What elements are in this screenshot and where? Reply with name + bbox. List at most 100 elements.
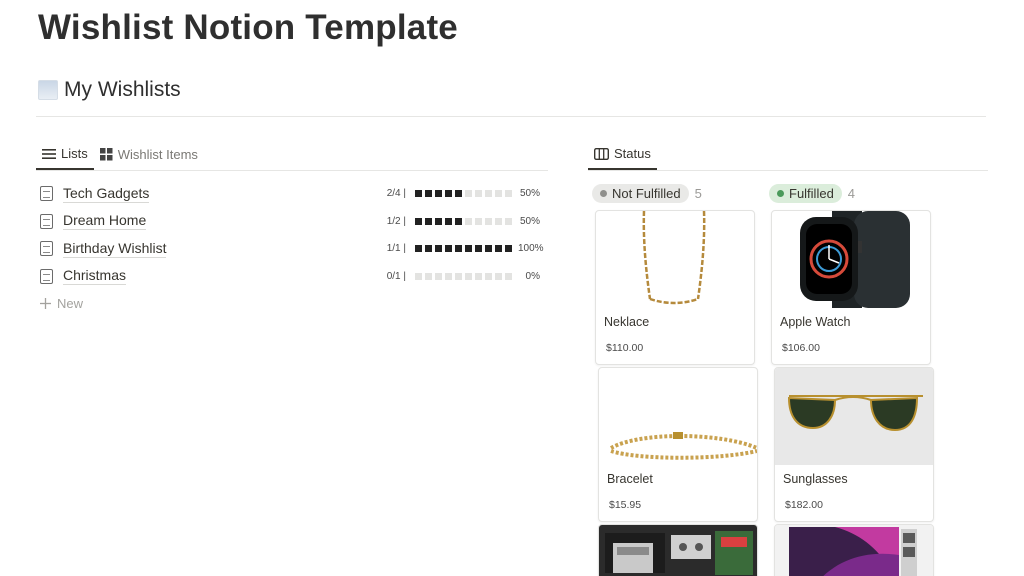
progress-cell: 1/2 | 50%	[387, 216, 540, 227]
progress-block	[435, 190, 442, 198]
progress-cell: 2/4 | 50%	[387, 188, 540, 199]
progress-block	[505, 217, 512, 225]
card-price: $15.95	[609, 499, 642, 511]
status-badge: Not Fulfilled	[592, 184, 689, 203]
progress-block	[485, 217, 492, 225]
progress-block	[455, 217, 462, 225]
progress-block	[425, 245, 432, 253]
list-item[interactable]: Christmas 0/1 | 0%	[36, 263, 548, 291]
card-price: $182.00	[785, 499, 823, 511]
progress-fraction: 1/1 |	[386, 243, 406, 255]
card-title: Bracelet	[607, 472, 653, 486]
progress-block	[415, 245, 422, 253]
progress-block	[415, 272, 422, 280]
page-icon	[40, 186, 53, 202]
view-tabs-left: Lists Wishlist Items	[36, 140, 548, 171]
progress-bar	[415, 245, 512, 253]
bracelet-icon	[610, 432, 757, 460]
progress-block	[425, 272, 432, 280]
progress-percent: 0%	[525, 270, 540, 282]
progress-block	[465, 217, 472, 225]
apple-watch-image	[772, 211, 930, 308]
progress-block	[465, 272, 472, 280]
progress-block	[495, 245, 502, 253]
card-title: Sunglasses	[783, 472, 848, 486]
progress-block	[415, 190, 422, 198]
progress-block	[505, 190, 512, 198]
progress-block	[415, 217, 422, 225]
list-item-name[interactable]: Dream Home	[63, 212, 147, 231]
progress-block	[485, 190, 492, 198]
card-game-console[interactable]	[598, 524, 758, 576]
sunglasses-icon	[787, 395, 923, 432]
watch-icon	[800, 211, 910, 308]
list-item-name[interactable]: Birthday Wishlist	[63, 240, 167, 258]
page-icon	[40, 213, 53, 229]
list-icon	[42, 148, 56, 159]
tab-wishlist-items[interactable]: Wishlist Items	[94, 139, 204, 170]
progress-block	[445, 190, 452, 198]
progress-cell: 1/1 | 100%	[386, 243, 544, 255]
gallery-icon	[99, 148, 113, 161]
list-item-name[interactable]: Christmas	[63, 267, 127, 286]
list-item-name[interactable]: Tech Gadgets	[63, 185, 150, 203]
card-title: Neklace	[604, 315, 650, 329]
list-item[interactable]: Dream Home 1/2 | 50%	[36, 208, 548, 236]
column-header-not-fulfilled[interactable]: Not Fulfilled 5	[592, 184, 702, 203]
card-title: Apple Watch	[780, 315, 851, 329]
tab-lists[interactable]: Lists	[36, 139, 94, 170]
card-sunglasses[interactable]: Sunglasses $182.00	[774, 367, 934, 522]
section-header: My Wishlists	[38, 78, 181, 102]
progress-block	[425, 190, 432, 198]
game-console-icon	[605, 531, 753, 575]
progress-block	[445, 272, 452, 280]
sunglasses-image	[775, 368, 933, 465]
column-count: 4	[847, 186, 856, 201]
progress-block	[425, 217, 432, 225]
necklace-icon	[642, 211, 706, 305]
progress-bar	[415, 217, 512, 225]
progress-block	[435, 272, 442, 280]
card-price: $110.00	[606, 342, 644, 354]
column-header-fulfilled[interactable]: Fulfilled 4	[769, 184, 855, 203]
status-label: Fulfilled	[789, 186, 834, 201]
progress-block	[435, 245, 442, 253]
card-apple-watch[interactable]: Apple Watch $106.00	[771, 210, 931, 365]
tab-lists-label: Lists	[61, 146, 88, 161]
tab-status[interactable]: Status	[588, 139, 657, 170]
progress-block	[475, 190, 482, 198]
necklace-image	[596, 211, 754, 308]
progress-block	[455, 272, 462, 280]
progress-block	[475, 217, 482, 225]
progress-block	[505, 245, 512, 253]
status-label: Not Fulfilled	[612, 186, 681, 201]
progress-fraction: 0/1 |	[386, 270, 406, 282]
tab-status-label: Status	[614, 146, 651, 161]
wishlist-list: Tech Gadgets 2/4 | 50% Dream Home 1/2 | …	[36, 180, 548, 316]
progress-block	[445, 217, 452, 225]
progress-block	[445, 245, 452, 253]
list-item[interactable]: Birthday Wishlist 1/1 | 100%	[36, 235, 548, 263]
list-item[interactable]: Tech Gadgets 2/4 | 50%	[36, 180, 548, 208]
page-title: Wishlist Notion Template	[38, 8, 458, 47]
view-tabs-right: Status	[588, 140, 988, 171]
laptop-icon	[789, 527, 917, 576]
card-laptop[interactable]	[774, 524, 934, 576]
status-dot-icon	[777, 190, 784, 197]
progress-block	[455, 245, 462, 253]
new-item-button[interactable]: New	[40, 290, 548, 316]
progress-fraction: 1/2 |	[386, 215, 406, 227]
progress-cell: 0/1 | 0%	[387, 271, 540, 282]
laptop-image	[775, 525, 933, 576]
tab-wishlist-items-label: Wishlist Items	[117, 147, 198, 162]
progress-bar	[415, 272, 512, 280]
card-necklace[interactable]: Neklace $110.00	[595, 210, 755, 365]
progress-block	[495, 217, 502, 225]
card-bracelet[interactable]: Bracelet $15.95	[598, 367, 758, 522]
progress-fraction: 2/4 |	[386, 188, 406, 200]
plus-icon	[40, 297, 51, 309]
column-count: 5	[694, 186, 702, 201]
progress-percent: 50%	[519, 188, 540, 200]
new-item-label: New	[57, 295, 84, 311]
page-icon	[40, 241, 53, 257]
